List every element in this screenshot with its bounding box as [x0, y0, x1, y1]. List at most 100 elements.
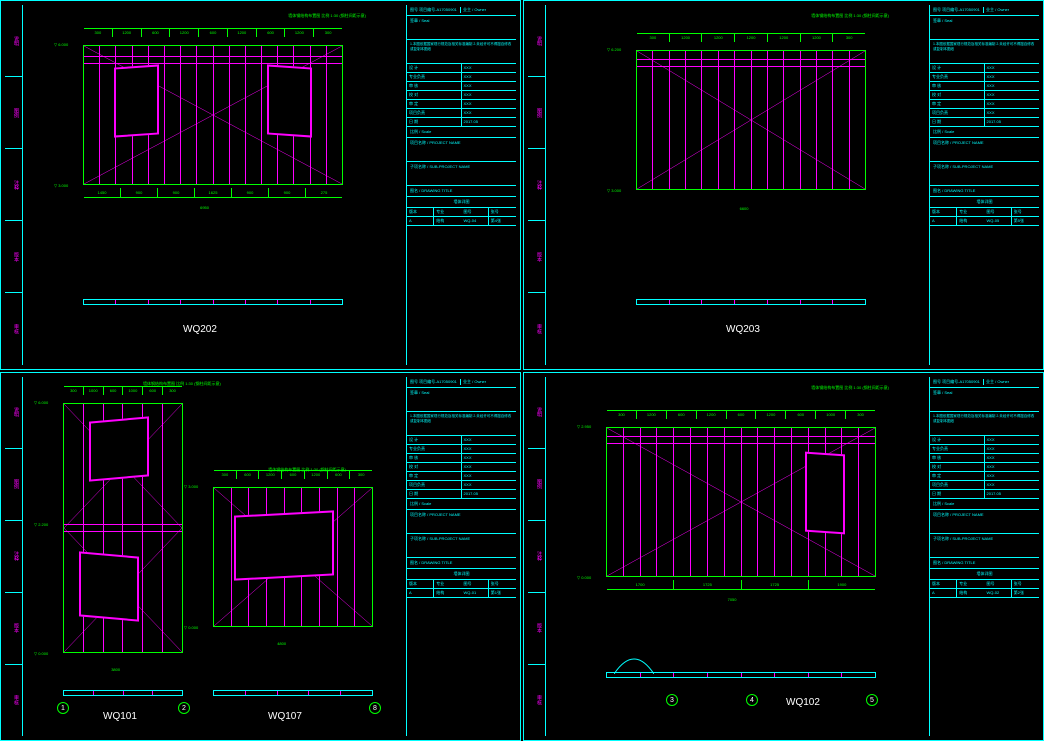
dimensions-top: 30012001200120012001200300: [637, 33, 865, 43]
strip-cell: 注释: [5, 149, 22, 221]
panel-label: WQ102: [786, 697, 820, 708]
tb-footer: 版本专业图号张号 A结构WQ-04第4张: [407, 208, 516, 226]
overall-dim: 6600: [740, 206, 749, 211]
grid-bubble: 2: [178, 702, 190, 714]
tb-dwgtitle: 墙体详图: [407, 197, 516, 208]
tb-owner: 业主 / Owner: [984, 7, 1036, 13]
level-top: 6.200: [607, 47, 621, 52]
strip-cell: 版本: [528, 593, 545, 665]
grid-bubble: 8: [369, 702, 381, 714]
strip-cell: 审核: [5, 665, 22, 736]
window-opening: [805, 451, 845, 534]
tb-dwgtitle-label: 图名 / DRAWING TITLE: [930, 558, 1039, 569]
title-block: 图号 项目编号-A17050901业主 / Owner 签章 / Seal 1.…: [406, 5, 516, 365]
sheet-wq203: 说明 图例 注释 版本 审核 墙体钢结构布置图 比例 1:30 (钢柱间距示意)…: [523, 0, 1044, 370]
tb-seal: 签章 / Seal: [407, 16, 516, 40]
tb-seal: 签章 / Seal: [930, 16, 1039, 40]
strip-cell: 图例: [528, 77, 545, 149]
drawing-area: 墙体钢结构布置图 比例 1:30 (钢柱间距示意) 30012006001200…: [546, 377, 929, 737]
plan-section-b: [213, 690, 373, 696]
grid-bubble: 4: [746, 694, 758, 706]
tb-scale: 比例 / Scale: [407, 127, 516, 138]
tb-scale: 比例 / Scale: [407, 499, 516, 510]
tb-subproject: 子项名称 / SUB-PROJECT NAME: [930, 162, 1039, 186]
drawing-area: 墙体钢结构布置图 比例 1:30 (钢柱间距示意) 墙体钢结构布置图 比例 1:…: [23, 377, 406, 737]
drawing-note: 墙体钢结构布置图 比例 1:30 (钢柱间距示意): [811, 385, 889, 391]
tb-project: 项目名称 / PROJECT NAME: [407, 510, 516, 534]
panel-label: WQ202: [183, 324, 217, 335]
tb-header: 图号 项目编号-A17050901: [933, 7, 984, 13]
level-bot: 0.000: [184, 625, 198, 630]
tb-header: 图号 项目编号-A17050901: [933, 379, 984, 385]
level-top: 3.000: [184, 484, 198, 489]
tb-dwgtitle-label: 图名 / DRAWING TITLE: [407, 186, 516, 197]
tb-seal: 签章 / Seal: [407, 388, 516, 412]
level-top: 2.950: [577, 424, 591, 429]
tb-project: 项目名称 / PROJECT NAME: [930, 138, 1039, 162]
tb-info: 设 计XXX 专业负责XXX 审 核XXX 校 对XXX 审 定XXX 项目负责…: [407, 64, 516, 127]
window-opening: [234, 510, 334, 580]
sheet-wq102: 说明 图例 注释 版本 审核 墙体钢结构布置图 比例 1:30 (钢柱间距示意)…: [523, 372, 1044, 741]
top-plate: [637, 59, 865, 67]
level-bot: 0.000: [577, 575, 591, 580]
strip-cell: 图例: [528, 449, 545, 521]
drawing-area: 墙体钢结构布置图 比例 1:30 (钢柱间距示意) 30012001200120…: [546, 5, 929, 365]
wall-elevation-wq107: 30060012006001200600300 3.000 0.000 4800: [213, 487, 373, 627]
wall-elevation: 3001200600120060012006001000300 2.950 0.…: [606, 427, 876, 577]
title-block: 图号 项目编号-A17050901业主 / Owner 签章 / Seal 1.…: [929, 5, 1039, 365]
panel-label-a: WQ101: [103, 711, 137, 722]
tb-owner: 业主 / Owner: [984, 379, 1036, 385]
level-top: 6.000: [34, 400, 48, 405]
tb-seal: 签章 / Seal: [930, 388, 1039, 412]
tb-dwgtitle: 墙体详图: [930, 197, 1039, 208]
tb-owner: 业主 / Owner: [461, 379, 513, 385]
sheet-wq202: 说明 图例 注释 版本 审核 墙体钢结构布置图 比例 1:30 (钢柱间距示意)…: [0, 0, 521, 370]
level-top: 6.000: [54, 42, 68, 47]
tb-note: 1.本图依据国家现行规范及相关标准编制 2.未经许可不得擅自修改或复制本图纸: [930, 412, 1039, 436]
strip-cell: 说明: [5, 5, 22, 77]
panel-label: WQ203: [726, 324, 760, 335]
plan-section: [636, 299, 866, 305]
dimensions-top: 30010006001000600300: [64, 386, 182, 396]
strip-cell: 图例: [5, 449, 22, 521]
overall-dim: 7050: [728, 597, 737, 602]
tb-info: 设 计XXX 专业负责XXX 审 核XXX 校 对XXX 审 定XXX 项目负责…: [930, 436, 1039, 499]
strip-cell: 图例: [5, 77, 22, 149]
top-plate: [607, 436, 875, 444]
level-bot: 3.000: [54, 183, 68, 188]
grid-bubble: 3: [666, 694, 678, 706]
drawing-area: 墙体钢结构布置图 比例 1:30 (钢柱间距示意) 30012006001200…: [23, 5, 406, 365]
strip-cell: 说明: [528, 5, 545, 77]
tb-header: 图号 项目编号-A17050901: [410, 379, 461, 385]
strip-cell: 审核: [528, 665, 545, 736]
revision-strip: 说明 图例 注释 版本 审核: [5, 377, 23, 737]
drawing-note: 墙体钢结构布置图 比例 1:30 (钢柱间距示意): [288, 13, 366, 19]
window-opening: [267, 64, 312, 137]
overall-dim: 4800: [277, 641, 286, 646]
strip-cell: 审核: [5, 293, 22, 364]
revision-strip: 说明 图例 注释 版本 审核: [528, 377, 546, 737]
tb-subproject: 子项名称 / SUB-PROJECT NAME: [407, 162, 516, 186]
tb-dwgtitle: 墙体详图: [930, 569, 1039, 580]
tb-project: 项目名称 / PROJECT NAME: [407, 138, 516, 162]
strip-cell: 注释: [528, 149, 545, 221]
sheet-wq101-107: 说明 图例 注释 版本 审核 墙体钢结构布置图 比例 1:30 (钢柱间距示意)…: [0, 372, 521, 741]
wall-elevation: 3001200600120060012006001200300 6.000 3.…: [83, 45, 343, 185]
strip-cell: 说明: [528, 377, 545, 449]
tb-footer: 版本专业图号张号 A结构WQ-01第1张: [407, 580, 516, 598]
grid-bubble: 1: [57, 702, 69, 714]
level-mid: 2.200: [34, 522, 48, 527]
tb-footer: 版本专业图号张号 A结构WQ-02第2张: [930, 580, 1039, 598]
strip-cell: 审核: [528, 293, 545, 364]
drawing-note: 墙体钢结构布置图 比例 1:30 (钢柱间距示意): [811, 13, 889, 19]
overall-dim: 3800: [111, 667, 120, 672]
tb-header: 图号 项目编号-A17050901: [410, 7, 461, 13]
tb-info: 设 计XXX 专业负责XXX 审 核XXX 校 对XXX 审 定XXX 项目负责…: [930, 64, 1039, 127]
window-opening: [79, 551, 139, 621]
plan-section: [83, 299, 343, 305]
window-opening: [89, 416, 149, 481]
top-plate: [84, 56, 342, 64]
mid-plate: [64, 524, 182, 532]
tb-project: 项目名称 / PROJECT NAME: [930, 510, 1039, 534]
bracing-cross: [637, 51, 865, 189]
